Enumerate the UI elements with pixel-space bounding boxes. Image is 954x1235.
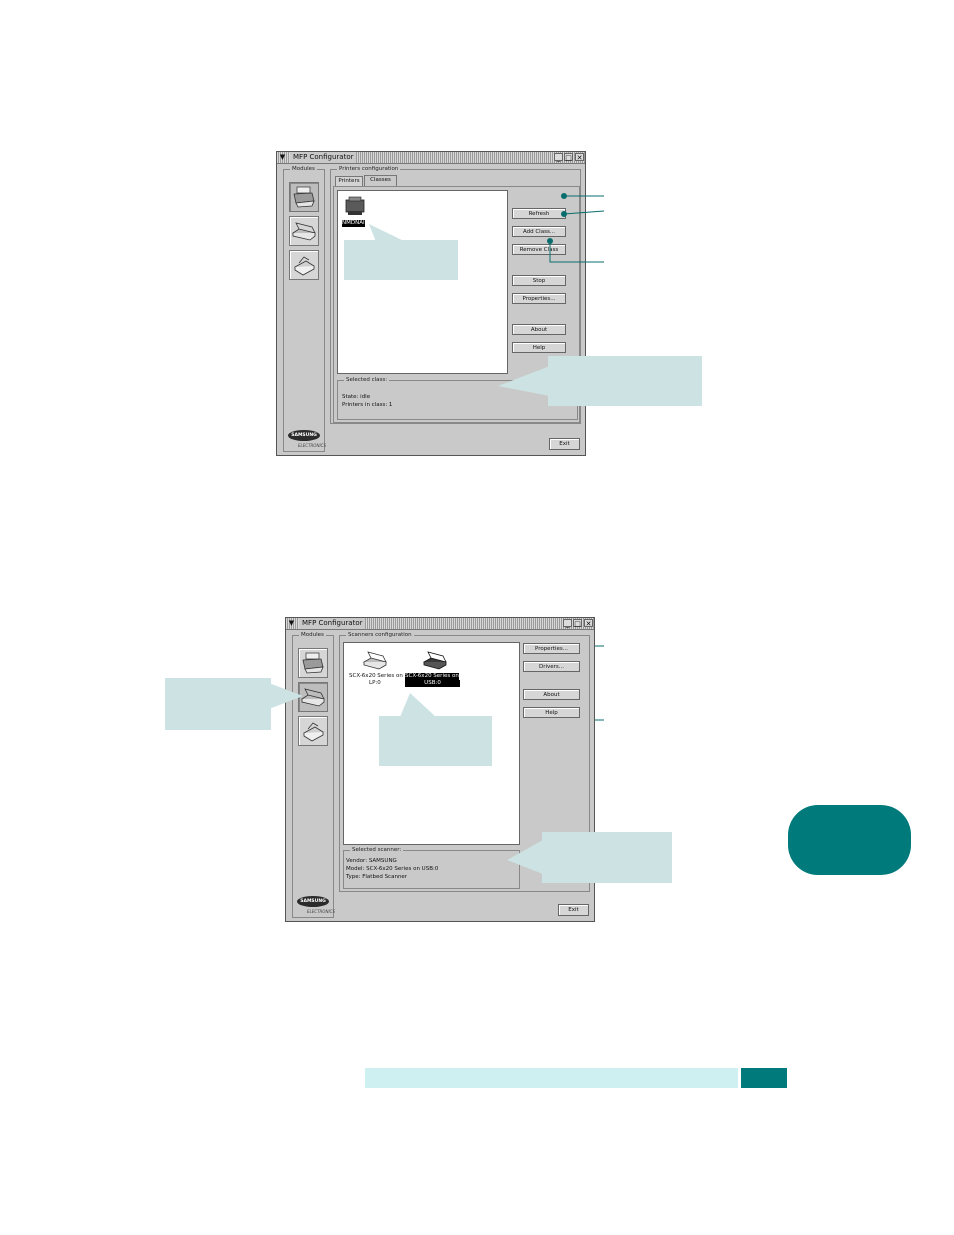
exit-button[interactable]: Exit xyxy=(558,904,589,916)
scanner-device-icon[interactable] xyxy=(422,649,448,671)
modules-group: Modules SAMSUNG ELECTRONICS xyxy=(292,631,336,918)
drivers-button[interactable]: Drivers... xyxy=(523,661,580,672)
leader-line-refresh xyxy=(561,193,604,199)
printer-module-button[interactable] xyxy=(298,648,328,678)
footer-page-block xyxy=(741,1068,787,1088)
maximize-button[interactable]: □ xyxy=(573,619,582,628)
window-menu-icon[interactable]: ▼ xyxy=(287,619,296,627)
selected-scanner-label: Selected scanner: xyxy=(350,846,404,854)
fax-icon xyxy=(303,722,324,742)
callout-pointer xyxy=(507,840,543,874)
properties-button[interactable]: Properties... xyxy=(523,643,580,654)
callout-box-scanner-item xyxy=(379,716,492,766)
scanner-item-label-lp-port[interactable]: LP:0 xyxy=(369,680,381,687)
title-bar[interactable]: ▼ MFP Configurator _ □ ✕ xyxy=(286,618,594,630)
samsung-logo: SAMSUNG xyxy=(297,896,329,907)
scanner-vendor-text: Vendor: SAMSUNG xyxy=(346,858,397,864)
scanner-model-text: Model: SCX-6x20 Series on USB:0 xyxy=(346,866,439,872)
minimize-button[interactable]: _ xyxy=(563,619,572,628)
scanner-icon xyxy=(301,688,325,707)
callout-box-selected-scanner xyxy=(542,832,672,883)
fax-module-button[interactable] xyxy=(298,716,328,746)
scanner-item-label-usb-port[interactable]: USB:0 xyxy=(405,680,460,687)
printer-icon xyxy=(302,652,324,674)
callout-pointer xyxy=(400,693,436,717)
selected-scanner-group: Selected scanner: Vendor: SAMSUNG Model:… xyxy=(343,846,520,889)
leader-line-add-class xyxy=(561,210,605,217)
chapter-tab-badge xyxy=(788,805,911,875)
scanner-item-label-usb[interactable]: SCX-6x20 Series on xyxy=(405,673,459,680)
close-button[interactable]: ✕ xyxy=(584,619,593,628)
callout-pointer xyxy=(269,683,303,709)
about-button[interactable]: About xyxy=(523,689,580,700)
window-title: MFP Configurator xyxy=(299,618,366,629)
samsung-logo-subtitle: ELECTRONICS xyxy=(307,909,336,914)
scanners-configuration-label: Scanners configuration xyxy=(346,631,414,639)
leader-line-remove-class-stop xyxy=(547,238,604,263)
callout-box-scanner-module xyxy=(165,678,271,730)
scanner-device-icon[interactable] xyxy=(362,649,388,671)
scanner-type-text: Type: Flatbed Scanner xyxy=(346,874,408,880)
footer-bar xyxy=(365,1068,738,1088)
scanner-item-label-lp[interactable]: SCX-6x20 Series on xyxy=(349,673,403,680)
help-button[interactable]: Help xyxy=(523,707,580,718)
modules-label: Modules xyxy=(299,631,326,639)
